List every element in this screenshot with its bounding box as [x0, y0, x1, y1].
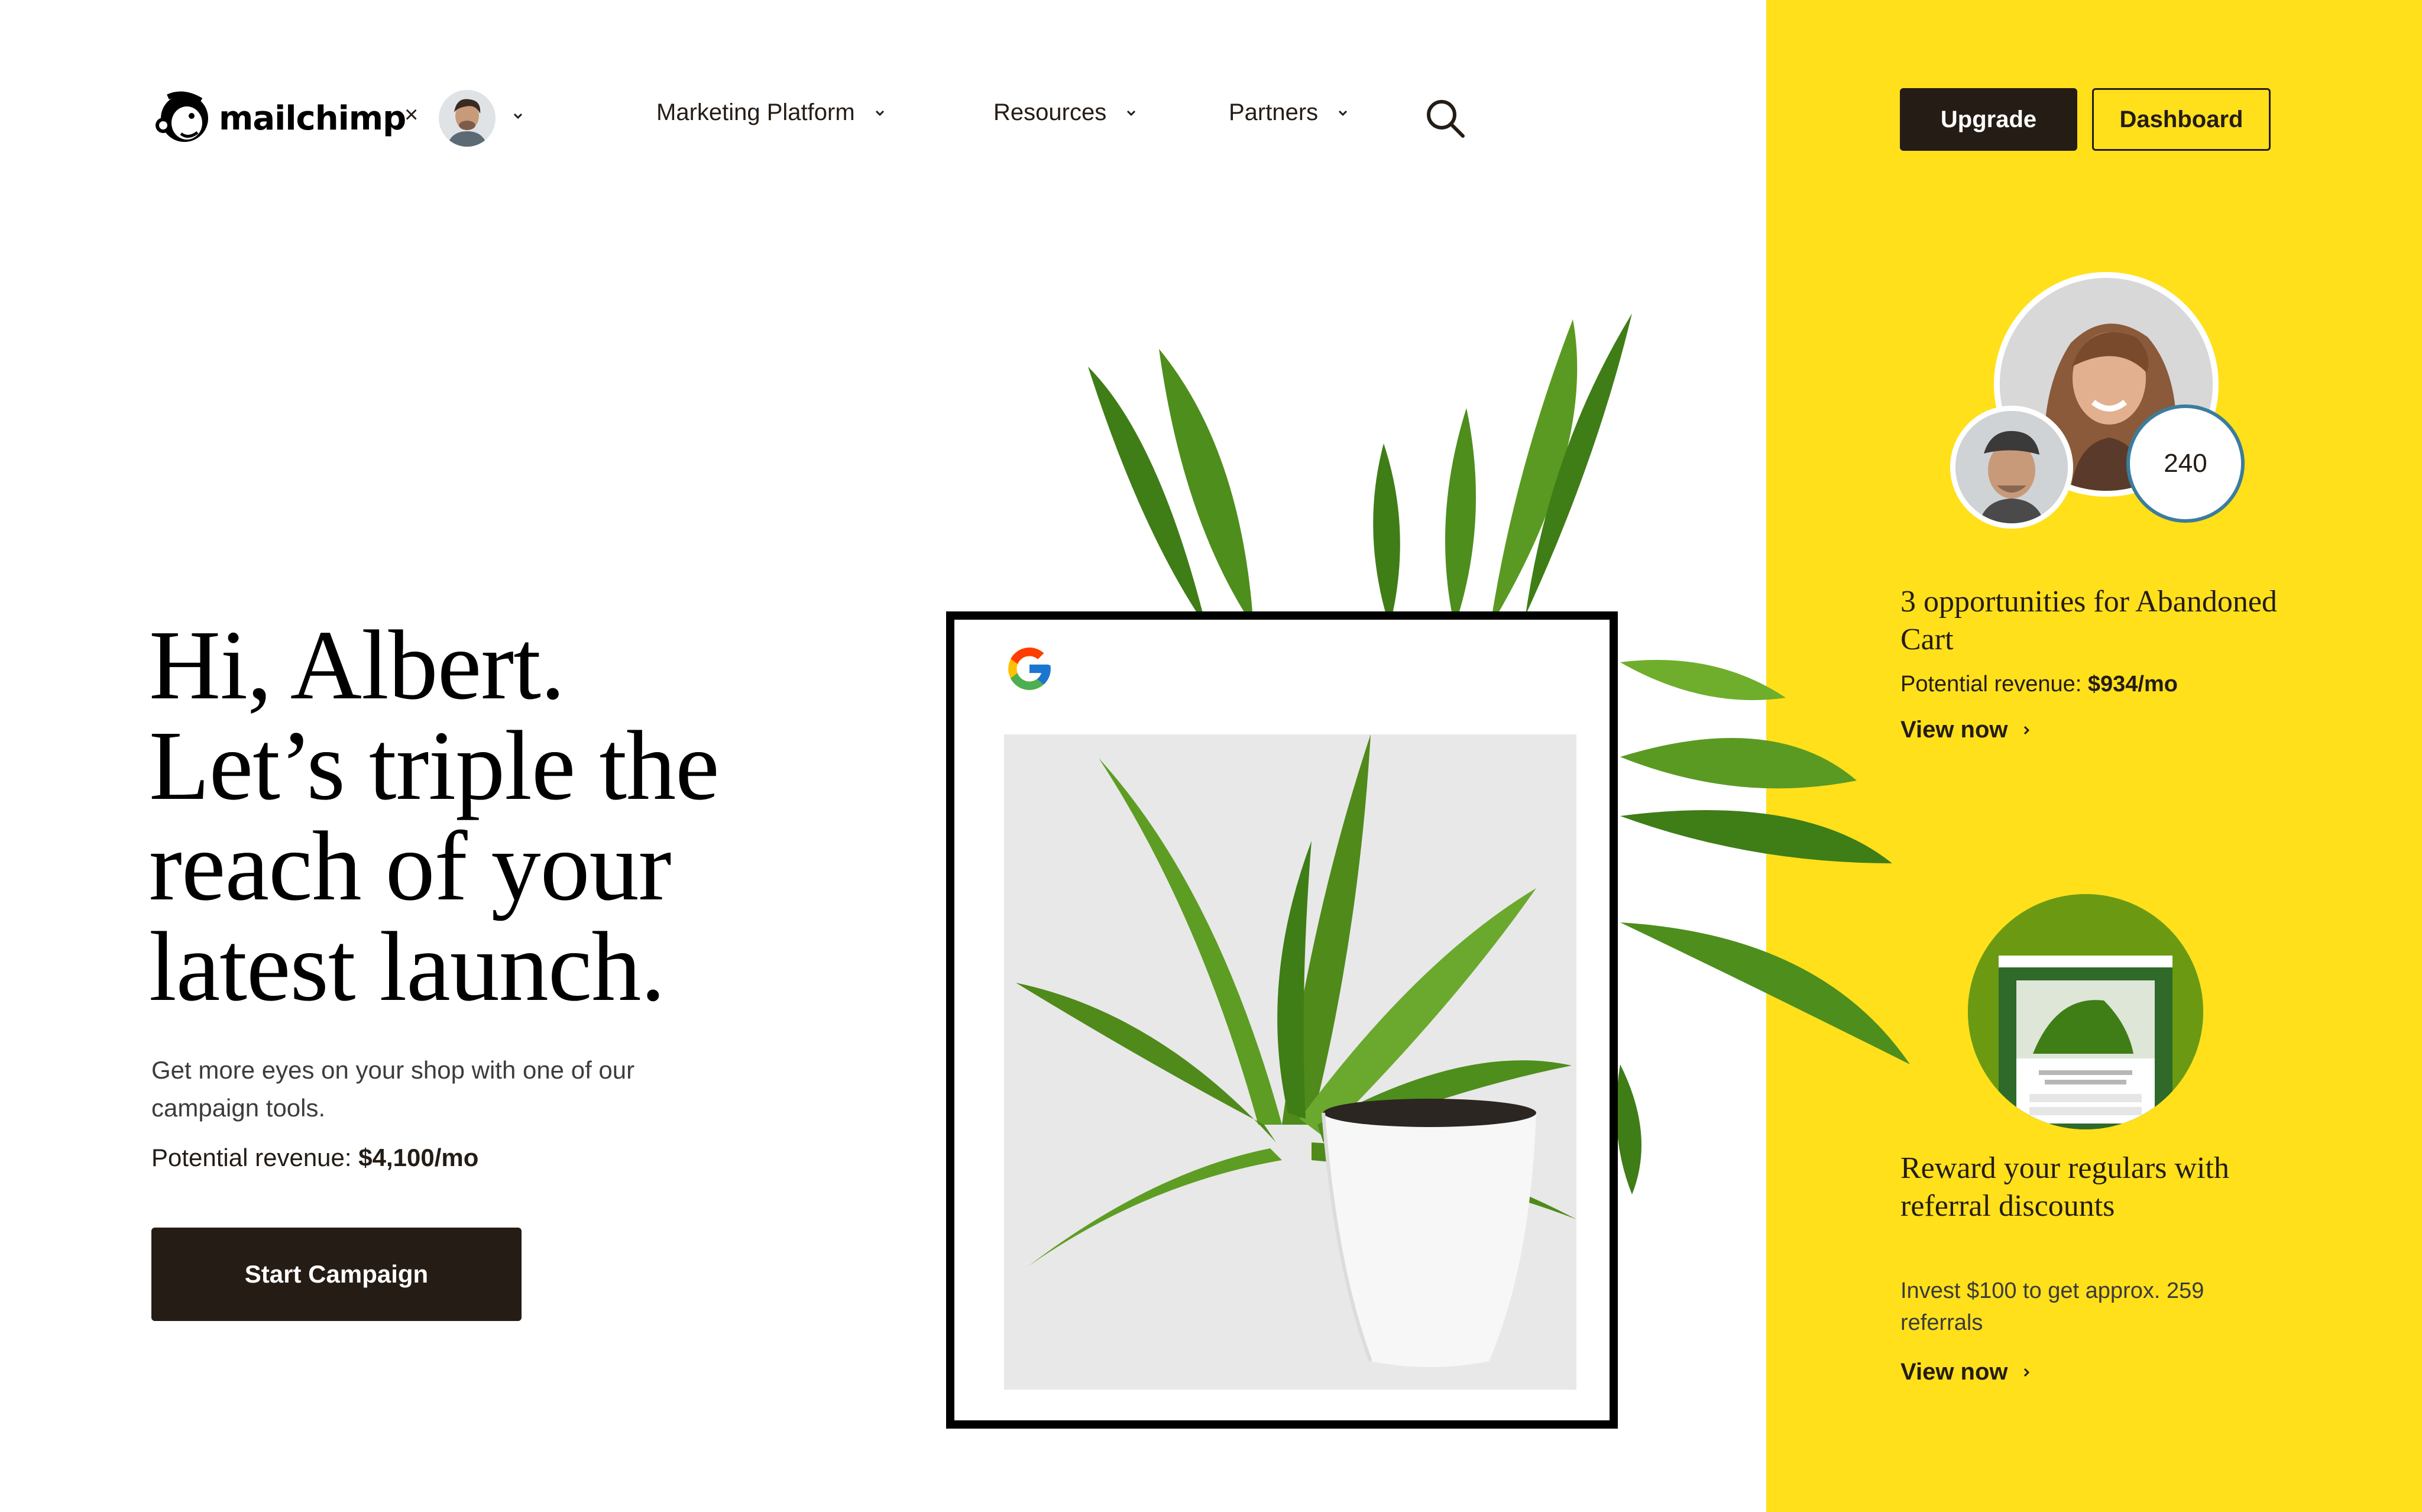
- revenue-value: $4,100/mo: [358, 1144, 479, 1171]
- abandoned-cart-title: 3 opportunities for Abandoned Cart: [1900, 585, 2277, 656]
- google-ad-preview: [946, 611, 1618, 1429]
- user-avatar-image: [439, 90, 496, 147]
- mailchimp-logo[interactable]: mailchimp: [150, 86, 406, 150]
- view-now-link-referral[interactable]: View now: [1900, 1359, 2033, 1385]
- potted-plant-photo: [1004, 734, 1576, 1390]
- view-now-link-abandoned-cart[interactable]: View now: [1900, 717, 2033, 743]
- man-avatar-image: [1955, 411, 2068, 523]
- chevron-down-icon: [1127, 110, 1136, 116]
- revenue-label: Potential revenue:: [151, 1144, 359, 1171]
- referral-title: Reward your regulars with referral disco…: [1900, 1151, 2229, 1223]
- hero-title: Hi, Albert. Let’s triple the reach of yo…: [149, 615, 918, 1017]
- google-icon: [1008, 647, 1051, 690]
- dashboard-button[interactable]: Dashboard: [2092, 88, 2271, 151]
- link-label: View now: [1900, 1359, 2008, 1385]
- user-avatar[interactable]: [439, 90, 496, 147]
- search-icon[interactable]: [1424, 97, 1466, 140]
- revenue-label: Potential revenue:: [1900, 672, 2088, 697]
- hero-title-line: reach of your: [149, 811, 672, 921]
- referral-description: Invest $100 to get approx. 259 referrals: [1900, 1278, 2204, 1335]
- customer-avatar-small: [1950, 406, 2073, 529]
- customer-avatars: 240: [1945, 272, 2253, 532]
- link-label: View now: [1900, 717, 2008, 743]
- start-campaign-button[interactable]: Start Campaign: [151, 1228, 522, 1321]
- chevron-down-icon: [1339, 110, 1348, 116]
- chevron-right-icon: [2023, 726, 2029, 734]
- partner-times-sign: ×: [404, 102, 419, 128]
- nav-label: Marketing Platform: [656, 99, 855, 125]
- nav-resources[interactable]: Resources: [993, 99, 1138, 126]
- abandoned-cart-revenue: Potential revenue: $934/mo: [1900, 672, 2178, 697]
- chevron-down-icon: [875, 110, 884, 116]
- upgrade-button[interactable]: Upgrade: [1900, 88, 2077, 151]
- brand-name: mailchimp: [219, 99, 406, 138]
- mailchimp-logo-icon: [156, 91, 208, 142]
- chevron-right-icon: [2023, 1368, 2029, 1377]
- count-badge: 240: [2126, 404, 2245, 523]
- plant-image: [1004, 734, 1576, 1390]
- hero-description: Get more eyes on your shop with one of o…: [151, 1056, 635, 1122]
- nav-label: Partners: [1229, 99, 1319, 125]
- nav-marketing-platform[interactable]: Marketing Platform: [656, 99, 887, 126]
- hero-revenue: Potential revenue: $4,100/mo: [151, 1144, 478, 1172]
- nav-partners[interactable]: Partners: [1229, 99, 1350, 126]
- email-preview-image: [1968, 894, 2203, 1129]
- revenue-value: $934/mo: [2087, 672, 2178, 697]
- referral-email-preview: [1968, 894, 2203, 1129]
- chevron-down-icon[interactable]: [510, 108, 526, 124]
- hero-title-line: Let’s triple the: [149, 711, 720, 821]
- hero-title-line: latest launch.: [149, 912, 665, 1022]
- hero-title-line: Hi, Albert.: [149, 610, 565, 720]
- nav-label: Resources: [993, 99, 1107, 125]
